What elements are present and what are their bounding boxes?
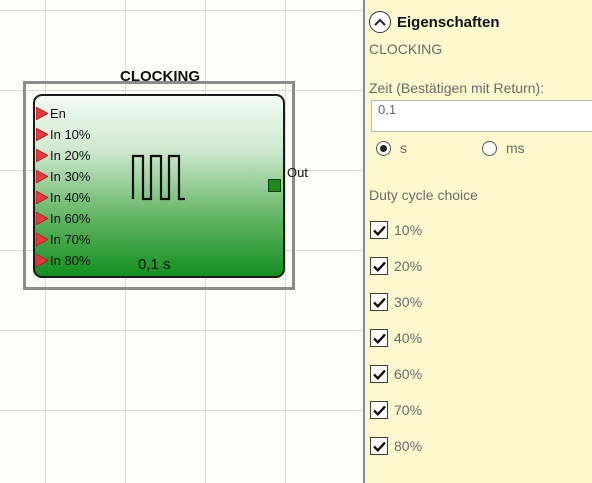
checkbox-label: 80% (394, 438, 423, 454)
input-pin-in80[interactable]: In 80% (36, 252, 90, 268)
panel-header: Eigenschaften (369, 11, 500, 33)
checkmark-icon (372, 369, 386, 380)
input-pin-label: In 60% (50, 210, 91, 226)
radio-button[interactable] (482, 140, 497, 156)
duty-cycle-label: Duty cycle choice (369, 187, 478, 203)
input-pin-label: In 80% (50, 252, 91, 268)
time-field-label: Zeit (Bestätigen mit Return): (369, 80, 545, 96)
checkbox-label: 20% (394, 258, 423, 274)
input-pin-in40[interactable]: In 40% (36, 189, 90, 205)
checkbox-label: 60% (394, 366, 423, 382)
input-pin-in60[interactable]: In 60% (36, 210, 90, 226)
radio-label: s (400, 140, 407, 156)
checkmark-icon (372, 225, 386, 236)
checkbox[interactable] (370, 401, 388, 419)
collapse-chevron-up-icon[interactable] (369, 11, 391, 33)
input-pin-label: In 40% (50, 189, 91, 205)
duty-option-80[interactable]: 80% (370, 437, 422, 455)
checkbox[interactable] (370, 365, 388, 383)
checkmark-icon (372, 261, 386, 272)
unit-radio-s[interactable]: s (376, 140, 407, 156)
clock-waveform-icon (131, 154, 185, 201)
radio-label: ms (506, 140, 525, 156)
pin-arrow-icon (36, 190, 48, 204)
radio-button[interactable] (376, 140, 391, 156)
input-pin-in20[interactable]: In 20% (36, 147, 90, 163)
input-pin-in30[interactable]: In 30% (36, 168, 90, 184)
checkbox-label: 70% (394, 402, 423, 418)
output-pin-label: Out (287, 165, 308, 180)
input-pin-label: In 10% (50, 126, 91, 142)
input-pin-en[interactable]: En (36, 105, 66, 121)
checkbox[interactable] (370, 257, 388, 275)
panel-subtitle: CLOCKING (369, 41, 443, 57)
checkmark-icon (372, 441, 386, 452)
panel-title: Eigenschaften (397, 13, 500, 31)
pin-arrow-icon (36, 169, 48, 183)
checkbox-label: 30% (394, 294, 423, 310)
properties-panel: Eigenschaften CLOCKING Zeit (Bestätigen … (365, 0, 592, 483)
checkmark-icon (372, 297, 386, 308)
checkbox[interactable] (370, 437, 388, 455)
checkbox[interactable] (370, 293, 388, 311)
input-pin-label: En (50, 105, 66, 121)
duty-option-40[interactable]: 40% (370, 329, 422, 347)
pin-arrow-icon (36, 211, 48, 225)
checkmark-icon (372, 333, 386, 344)
logic-canvas[interactable]: CLOCKING En In 10% In 20% In 30% In 40% … (0, 0, 366, 483)
duty-option-60[interactable]: 60% (370, 365, 422, 383)
checkbox[interactable] (370, 329, 388, 347)
unit-radio-ms[interactable]: ms (482, 140, 525, 156)
checkbox-label: 40% (394, 330, 423, 346)
duty-option-70[interactable]: 70% (370, 401, 422, 419)
pin-arrow-icon (36, 232, 48, 246)
input-pin-label: In 30% (50, 168, 91, 184)
duty-option-30[interactable]: 30% (370, 293, 422, 311)
pin-arrow-icon (36, 253, 48, 267)
pin-arrow-icon (36, 148, 48, 162)
input-pin-in70[interactable]: In 70% (36, 231, 90, 247)
checkmark-icon (372, 405, 386, 416)
output-pin[interactable] (268, 179, 281, 192)
checkbox-label: 10% (394, 222, 423, 238)
time-input[interactable]: 0,1 (371, 100, 592, 132)
pin-arrow-icon (36, 127, 48, 141)
block-title: CLOCKING (120, 68, 200, 85)
input-pin-label: In 70% (50, 231, 91, 247)
duty-option-10[interactable]: 10% (370, 221, 422, 239)
input-pin-in10[interactable]: In 10% (36, 126, 90, 142)
input-pin-label: In 20% (50, 147, 91, 163)
checkbox[interactable] (370, 221, 388, 239)
pin-arrow-icon (36, 106, 48, 120)
block-time-value: 0,1 s (138, 256, 171, 273)
duty-option-20[interactable]: 20% (370, 257, 422, 275)
